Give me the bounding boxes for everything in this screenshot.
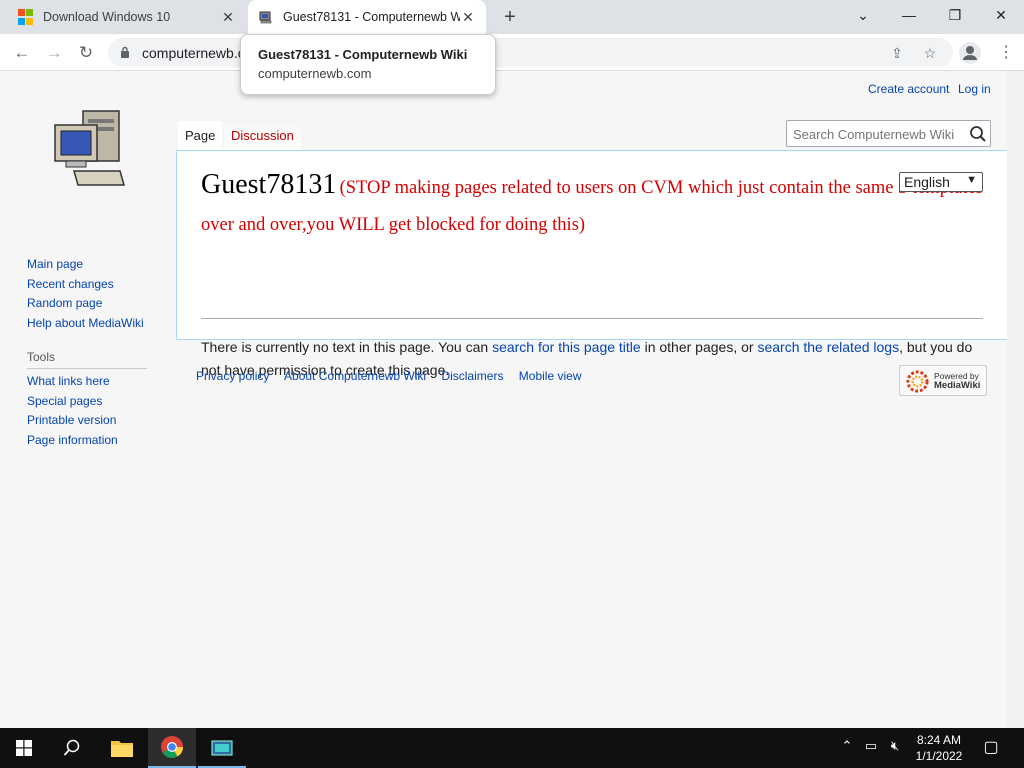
browser-toolbar: ← → ↻ computernewb.c ⇪ ☆ ⋮	[0, 34, 1024, 71]
tab-guest78131[interactable]: Guest78131 - Computernewb Wi ✕	[248, 0, 486, 34]
content-area: Guest78131 (STOP making pages related to…	[176, 150, 1008, 378]
close-window-button[interactable]: ✕	[978, 0, 1024, 30]
navigation-portal: Main page Recent changes Random page Hel…	[27, 255, 144, 333]
close-tab-icon[interactable]: ✕	[460, 9, 476, 26]
search-page-title-link[interactable]: search for this page title	[492, 339, 641, 355]
nav-help[interactable]: Help about MediaWiki	[27, 314, 144, 334]
language-select[interactable]: English ▼	[899, 172, 983, 192]
wiki-logo[interactable]	[50, 107, 130, 197]
tool-special-pages[interactable]: Special pages	[27, 392, 147, 412]
powered-by-text: Powered by MediaWiki	[934, 372, 981, 391]
chevron-down-icon: ▼	[966, 174, 977, 186]
address-bar[interactable]: computernewb.c ⇪ ☆	[108, 38, 953, 67]
tab-search-chevron-down-icon[interactable]: ⌄	[840, 0, 886, 30]
powered-by-mediawiki-badge[interactable]: Powered by MediaWiki	[899, 365, 987, 396]
notice-text: There is currently no text in this page.…	[201, 339, 493, 355]
nav-random-page[interactable]: Random page	[27, 294, 144, 314]
web-page: Create account Log in Main page Recent c…	[0, 71, 1024, 728]
bookmark-star-icon[interactable]: ☆	[920, 43, 940, 63]
footer-privacy-policy[interactable]: Privacy policy	[196, 369, 269, 383]
windows-start-icon	[16, 740, 32, 756]
notice-text: in other pages, or	[640, 339, 758, 355]
tab-title: Guest78131 - Computernewb Wi	[283, 10, 460, 24]
forward-arrow-icon[interactable]: →	[40, 39, 68, 67]
show-hidden-icons-chevron-up-icon[interactable]: ⌃	[838, 738, 856, 758]
new-tab-button[interactable]: +	[498, 5, 522, 29]
chrome-icon	[161, 736, 183, 758]
page-title-main: Guest78131	[201, 169, 337, 200]
profile-avatar-icon[interactable]	[959, 42, 981, 64]
lock-icon	[121, 46, 129, 58]
tab-hover-card: Guest78131 - Computernewb Wiki computern…	[240, 34, 496, 95]
search-related-logs-link[interactable]: search the related logs	[757, 339, 899, 355]
powered-line2: MediaWiki	[934, 380, 981, 391]
start-button[interactable]	[0, 728, 48, 768]
hover-card-domain: computernewb.com	[258, 66, 372, 81]
tab-page[interactable]: Page	[178, 121, 223, 152]
tools-heading: Tools	[27, 350, 147, 369]
notification-icon[interactable]: ▢	[982, 737, 1000, 757]
page-title: Guest78131 (STOP making pages related to…	[201, 167, 983, 244]
login-link[interactable]: Log in	[958, 82, 991, 96]
footer-mobile-view[interactable]: Mobile view	[519, 369, 582, 383]
tool-page-information[interactable]: Page information	[27, 431, 147, 451]
search-icon	[63, 739, 80, 756]
windows-taskbar: ⌃ ▭ 🔇︎ 8:24 AM 1/1/2022 ▢	[0, 728, 1024, 768]
footer-disclaimers[interactable]: Disclaimers	[441, 369, 503, 383]
share-icon[interactable]: ⇪	[887, 43, 907, 63]
menu-kebab-icon[interactable]: ⋮	[992, 39, 1020, 67]
app-taskbar-button[interactable]	[198, 728, 246, 768]
page-scrollbar[interactable]	[1007, 71, 1024, 728]
clock-time: 8:24 AM	[916, 733, 962, 747]
tab-download-windows[interactable]: Download Windows 10 ✕	[8, 0, 246, 34]
minimize-button[interactable]: —	[886, 0, 932, 30]
clock-date: 1/1/2022	[915, 749, 963, 763]
heading-divider	[201, 318, 983, 319]
footer-about[interactable]: About Computernewb Wiki	[284, 369, 426, 383]
chrome-taskbar-button[interactable]	[148, 728, 196, 768]
tool-printable-version[interactable]: Printable version	[27, 411, 147, 431]
tab-discussion[interactable]: Discussion	[224, 121, 301, 152]
tool-what-links-here[interactable]: What links here	[27, 372, 147, 392]
language-value: English	[904, 174, 950, 190]
wiki-search-box	[786, 120, 991, 147]
hover-card-title: Guest78131 - Computernewb Wiki	[258, 47, 468, 62]
search-input[interactable]	[793, 127, 963, 142]
maximize-button[interactable]: ❐	[932, 0, 978, 30]
nav-main-page[interactable]: Main page	[27, 255, 144, 275]
close-tab-icon[interactable]: ✕	[220, 9, 236, 26]
volume-muted-icon[interactable]: 🔇︎	[886, 738, 904, 758]
network-icon[interactable]: ▭	[862, 738, 880, 758]
tab-strip: Download Windows 10 ✕ Guest78131 - Compu…	[0, 0, 1024, 34]
search-taskbar-button[interactable]	[48, 728, 96, 768]
file-explorer-button[interactable]	[98, 728, 146, 768]
mediawiki-flower-icon	[906, 370, 929, 393]
create-account-link[interactable]: Create account	[868, 82, 949, 96]
back-arrow-icon[interactable]: ←	[8, 39, 36, 67]
footer-links: Privacy policy About Computernewb Wiki D…	[196, 369, 594, 383]
url-text: computernewb.c	[142, 45, 245, 61]
folder-icon	[111, 741, 133, 757]
computer-favicon-icon	[259, 11, 272, 24]
nav-recent-changes[interactable]: Recent changes	[27, 275, 144, 295]
taskbar-clock[interactable]: 8:24 AM 1/1/2022	[908, 732, 970, 764]
search-icon[interactable]	[969, 125, 987, 143]
tools-portal: Tools What links here Special pages Prin…	[27, 350, 147, 450]
windows-logo-icon	[18, 9, 34, 25]
reload-icon[interactable]: ↻	[72, 39, 100, 67]
tab-title: Download Windows 10	[43, 10, 171, 24]
app-window-icon	[211, 740, 233, 756]
